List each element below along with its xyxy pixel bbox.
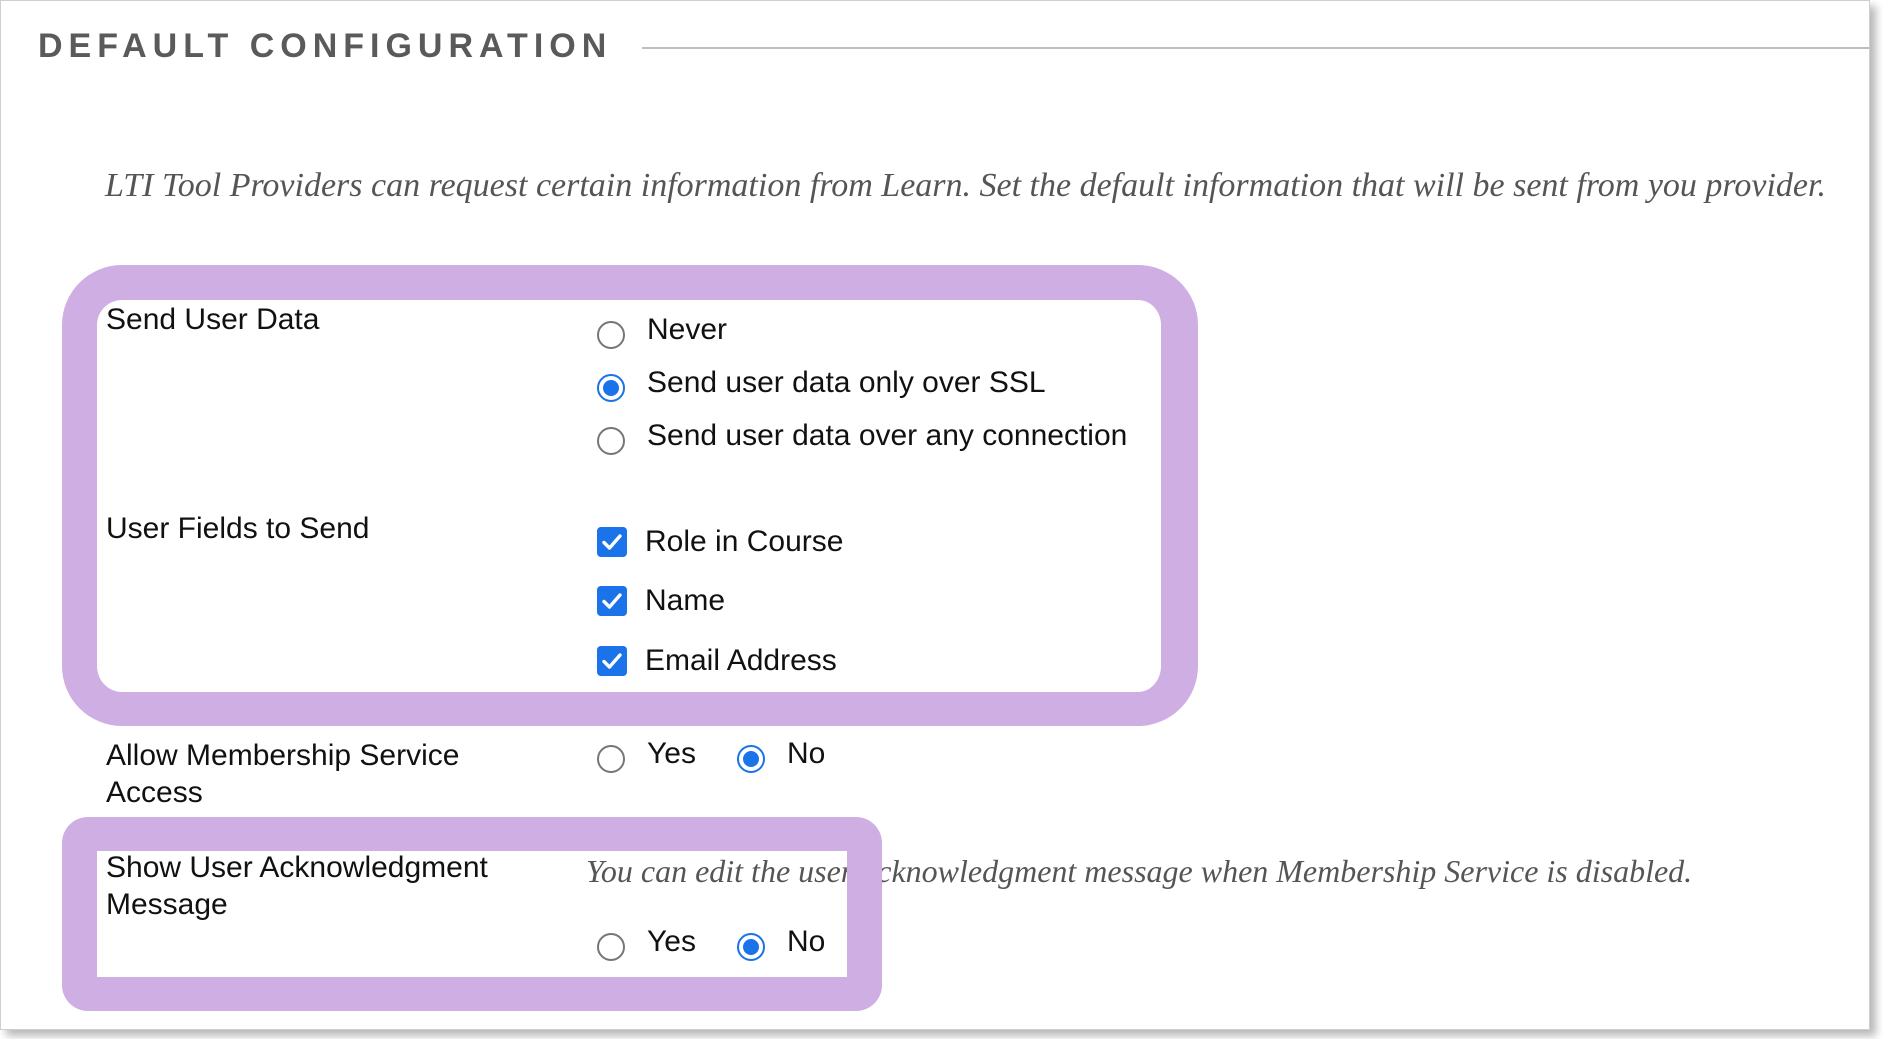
send-user-data-any-option[interactable]: Send user data over any connection: [597, 417, 1127, 455]
membership-yes-option[interactable]: Yes: [597, 735, 696, 773]
section-divider: [642, 46, 1869, 49]
option-label: Name: [645, 584, 726, 617]
acknowledgment-hint: You can edit the user acknowledgment mes…: [586, 853, 1693, 889]
radio-membership-no[interactable]: [737, 745, 765, 773]
check-icon: [602, 593, 622, 609]
radio-acknowledgment-no[interactable]: [737, 933, 765, 961]
option-label: Never: [647, 313, 728, 346]
send-user-data-never-option[interactable]: Never: [597, 311, 727, 349]
check-icon: [602, 534, 622, 550]
option-label: No: [787, 737, 826, 770]
checkbox-role[interactable]: [597, 527, 627, 557]
acknowledgment-yes-option[interactable]: Yes: [597, 923, 696, 961]
option-label: Yes: [647, 925, 696, 958]
radio-any-connection[interactable]: [597, 427, 625, 455]
send-user-data-label: Send User Data: [106, 303, 320, 336]
radio-never[interactable]: [597, 321, 625, 349]
user-field-name-option[interactable]: Name: [597, 584, 725, 618]
option-label: Yes: [647, 737, 696, 770]
option-label: Send user data over any connection: [647, 419, 1128, 452]
option-label: No: [787, 925, 826, 958]
section-header: DEFAULT CONFIGURATION: [38, 27, 1869, 66]
membership-service-label: Allow Membership Service Access: [106, 739, 460, 809]
option-label: Role in Course: [645, 525, 844, 558]
user-field-email-option[interactable]: Email Address: [597, 644, 837, 678]
send-user-data-ssl-option[interactable]: Send user data only over SSL: [597, 364, 1046, 402]
section-title: DEFAULT CONFIGURATION: [38, 27, 613, 65]
radio-ssl[interactable]: [597, 374, 625, 402]
checkbox-name[interactable]: [597, 586, 627, 616]
option-label: Email Address: [645, 644, 837, 677]
option-label: Send user data only over SSL: [647, 366, 1046, 399]
check-icon: [602, 653, 622, 669]
user-field-role-option[interactable]: Role in Course: [597, 525, 843, 559]
default-configuration-panel: DEFAULT CONFIGURATION LTI Tool Providers…: [0, 0, 1870, 1030]
acknowledgment-no-option[interactable]: No: [737, 923, 825, 961]
acknowledgment-label: Show User Acknowledgment Message: [106, 851, 488, 921]
checkbox-email[interactable]: [597, 646, 627, 676]
user-fields-label: User Fields to Send: [106, 512, 370, 545]
radio-acknowledgment-yes[interactable]: [597, 933, 625, 961]
radio-membership-yes[interactable]: [597, 745, 625, 773]
membership-no-option[interactable]: No: [737, 735, 825, 773]
intro-text: LTI Tool Providers can request certain i…: [105, 167, 1826, 204]
